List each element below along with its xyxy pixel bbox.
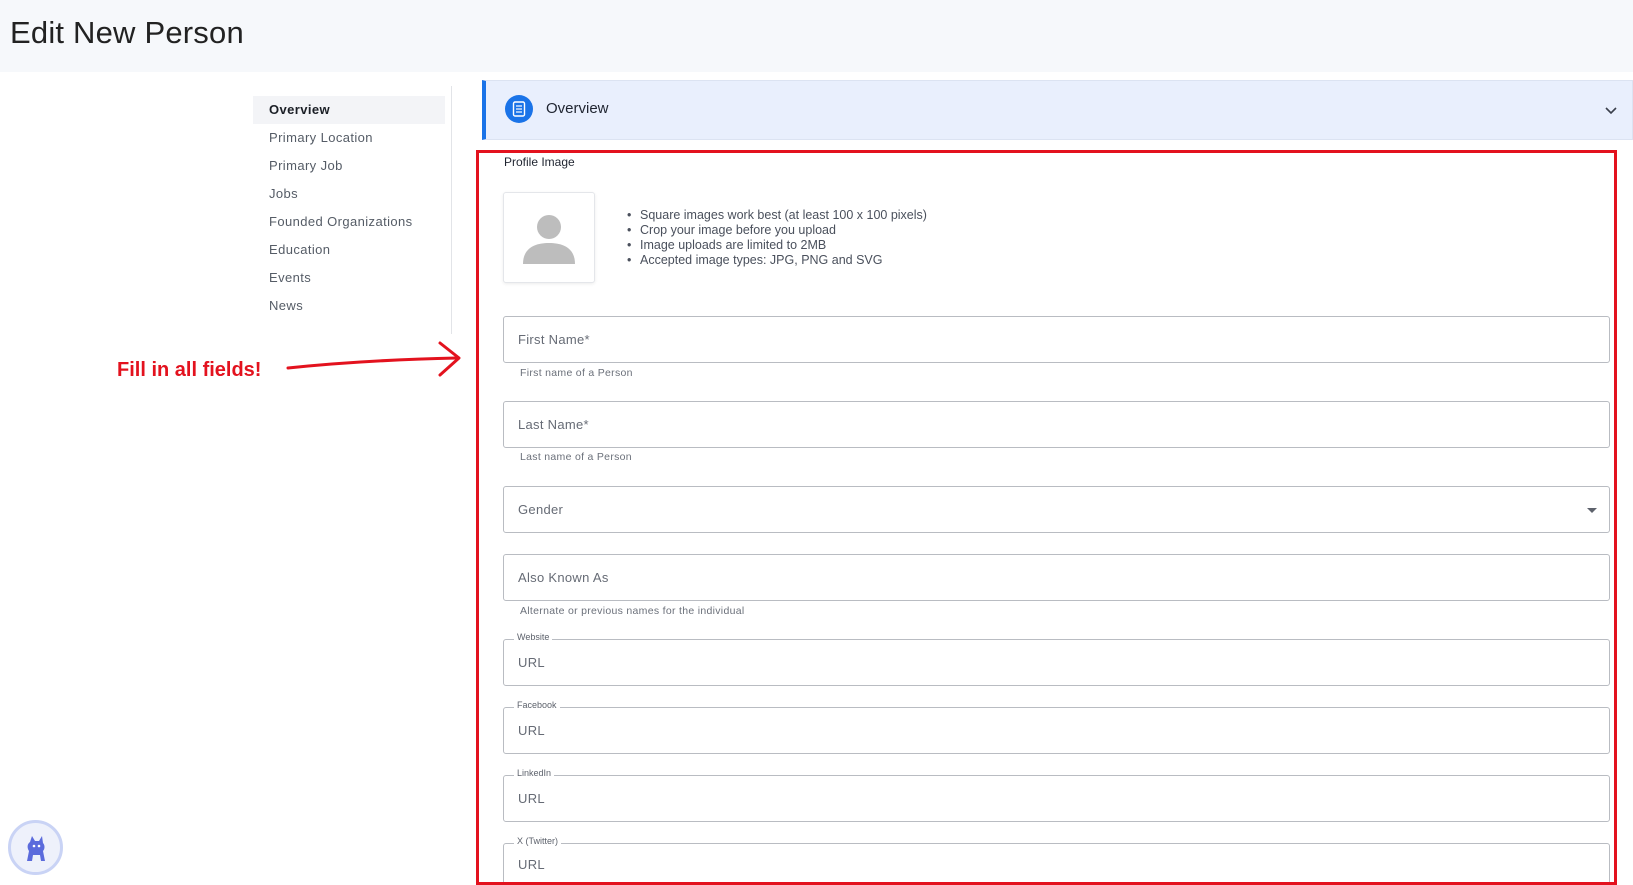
profile-image-label: Profile Image xyxy=(504,155,575,169)
image-tip: Crop your image before you upload xyxy=(625,223,927,238)
first-name-helper: First name of a Person xyxy=(520,367,633,379)
image-tip: Accepted image types: JPG, PNG and SVG xyxy=(625,253,927,268)
facebook-field-wrapper: Facebook xyxy=(503,700,1610,754)
nav-item-events[interactable]: Events xyxy=(253,264,445,292)
annotation-text: Fill in all fields! xyxy=(117,359,262,381)
website-field-wrapper: Website xyxy=(503,632,1610,686)
nav-item-primary-location[interactable]: Primary Location xyxy=(253,124,445,152)
nav-item-primary-job[interactable]: Primary Job xyxy=(253,152,445,180)
page-header: Edit New Person xyxy=(0,0,1633,72)
panel-title: Overview xyxy=(546,100,609,117)
also-known-as-input[interactable] xyxy=(504,555,1609,600)
linkedin-input[interactable] xyxy=(504,776,1609,821)
image-tip: Square images work best (at least 100 x … xyxy=(625,208,927,223)
profile-image-upload[interactable] xyxy=(503,192,595,283)
image-tip: Image uploads are limited to 2MB xyxy=(625,238,927,253)
aka-helper: Alternate or previous names for the indi… xyxy=(520,605,745,617)
twitter-input[interactable] xyxy=(504,844,1609,884)
caret-down-icon xyxy=(1587,508,1597,513)
first-name-input[interactable] xyxy=(504,317,1609,362)
nav-divider xyxy=(451,86,452,334)
last-name-field-wrapper xyxy=(503,401,1610,448)
twitter-field-wrapper: X (Twitter) xyxy=(503,836,1610,885)
gender-select[interactable] xyxy=(503,486,1610,533)
chevron-down-icon[interactable] xyxy=(1604,103,1618,121)
last-name-input[interactable] xyxy=(504,402,1609,447)
first-name-field-wrapper xyxy=(503,316,1610,363)
person-placeholder-icon xyxy=(523,214,575,264)
nav-item-news[interactable]: News xyxy=(253,292,445,320)
nav-item-jobs[interactable]: Jobs xyxy=(253,180,445,208)
facebook-input[interactable] xyxy=(504,708,1609,753)
linkedin-field-wrapper: LinkedIn xyxy=(503,768,1610,822)
annotation-arrow-icon xyxy=(286,341,461,377)
nav-item-overview[interactable]: Overview xyxy=(253,96,445,124)
nav-item-education[interactable]: Education xyxy=(253,236,445,264)
section-nav: Overview Primary Location Primary Job Jo… xyxy=(253,96,445,320)
document-icon xyxy=(505,95,533,123)
assistant-launcher-button[interactable] xyxy=(8,820,63,875)
last-name-helper: Last name of a Person xyxy=(520,451,632,463)
aka-field-wrapper xyxy=(503,554,1610,601)
gender-select-display[interactable] xyxy=(504,487,1609,532)
image-tips-list: Square images work best (at least 100 x … xyxy=(625,208,927,268)
page-title: Edit New Person xyxy=(10,15,244,50)
overview-panel-header[interactable]: Overview xyxy=(482,80,1633,140)
dog-assistant-icon xyxy=(26,835,45,861)
website-input[interactable] xyxy=(504,640,1609,685)
nav-item-founded-organizations[interactable]: Founded Organizations xyxy=(253,208,445,236)
